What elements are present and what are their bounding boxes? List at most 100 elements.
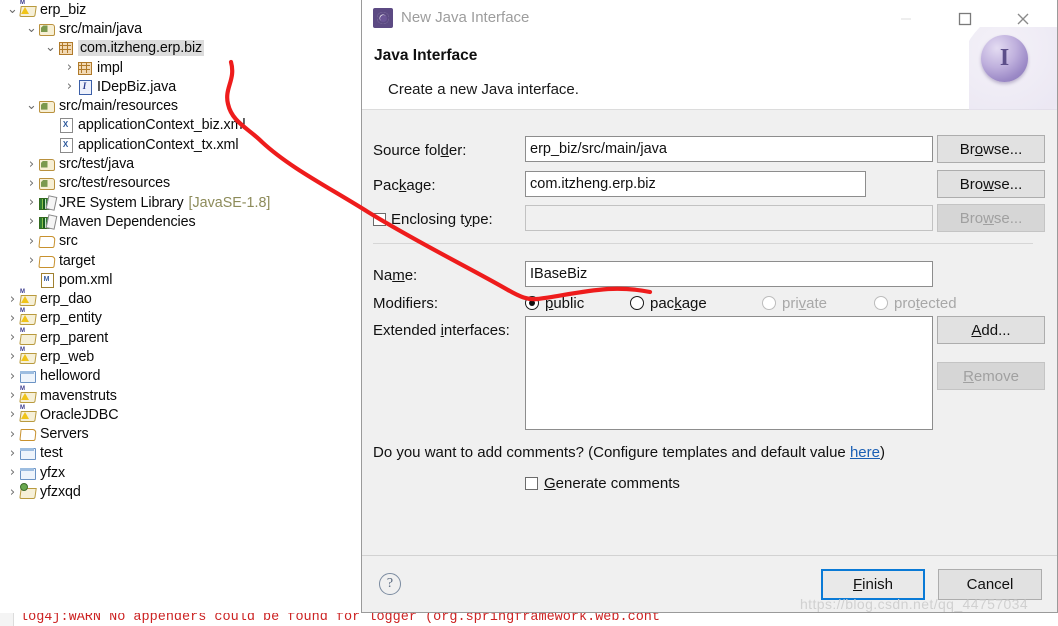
folder-icon [19,426,37,442]
extended-interfaces-list[interactable] [525,316,933,430]
chevron-right-icon[interactable]: › [25,254,38,267]
chevron-right-icon[interactable]: › [6,466,19,479]
tree-item[interactable]: › src/test/resources [0,174,361,193]
tree-item-label: impl [97,59,123,76]
tree-item-label: yfzx [40,464,66,481]
tree-item[interactable]: › Maven Dependencies [0,212,361,231]
minimize-button[interactable] [891,8,921,30]
configure-templates-link[interactable]: here [850,444,880,461]
tree-item[interactable]: › OracleJDBC [0,405,361,424]
chevron-right-icon[interactable]: › [6,408,19,421]
tree-item[interactable]: › erp_entity [0,308,361,328]
modifier-public-radio[interactable] [525,296,539,310]
tree-item[interactable]: › erp_dao [0,289,361,308]
tree-item[interactable]: › IDepBiz.java [0,77,361,96]
chevron-right-icon[interactable]: › [25,235,38,248]
tree-item[interactable]: › src [0,232,361,251]
tree-item[interactable]: › erp_parent [0,328,361,347]
modifier-package-radio[interactable] [630,296,644,310]
tree-item[interactable]: › Servers [0,425,361,444]
chevron-right-icon[interactable]: › [25,215,38,228]
interface-sphere-icon: I [981,35,1028,82]
chevron-right-icon[interactable]: › [6,331,19,344]
extended-interfaces-label: Extended interfaces: [373,321,510,339]
modifier-public[interactable]: public [525,295,630,312]
tree-item-label: applicationContext_biz.xml [78,117,246,134]
generate-comments-label: Generate comments [544,474,680,492]
tree-item[interactable]: › impl [0,58,361,77]
dialog-title-bar: New Java Interface Java Interface Create… [362,0,1057,110]
chevron-right-icon[interactable]: › [6,312,19,325]
chevron-right-icon[interactable]: › [25,196,38,209]
generate-comments-checkbox[interactable] [525,476,538,490]
xml-icon [57,117,75,134]
chevron-right-icon[interactable]: › [6,350,19,363]
chevron-down-icon[interactable]: ⌄ [6,3,19,16]
browse-source-folder-button[interactable]: Br o wse... [937,135,1045,163]
tree-item-label: erp_biz [40,1,87,18]
chevron-right-icon[interactable]: › [6,293,19,306]
source-folder-input[interactable]: erp_biz/src/main/java [525,136,933,162]
package-label: Package: [373,176,436,194]
tree-item-label: test [40,445,63,462]
chevron-right-icon[interactable]: › [6,370,19,383]
chevron-right-icon[interactable]: › [6,486,19,499]
name-label-row: Name: [373,262,417,288]
name-input[interactable]: IBaseBiz [525,261,933,287]
tree-item[interactable]: applicationContext_biz.xml [0,116,361,135]
add-interface-button[interactable]: Add... [937,316,1045,344]
help-icon[interactable]: ? [379,573,401,595]
chevron-right-icon[interactable]: › [6,389,19,402]
enclosing-type-checkbox[interactable] [373,212,386,226]
tree-item-label: erp_parent [40,329,109,346]
tree-item[interactable]: › yfzx [0,463,361,482]
chevron-right-icon[interactable]: › [6,428,19,441]
tree-item[interactable]: ⌄ com.itzheng.erp.biz [0,39,361,58]
tree-item-label: com.itzheng.erp.biz [78,40,205,57]
blue-icon [19,465,37,481]
chevron-right-icon[interactable]: › [63,61,76,74]
page-description: Create a new Java interface. [388,81,579,98]
chevron-down-icon[interactable]: ⌄ [44,41,57,54]
name-label: Name: [373,266,418,284]
tree-item[interactable]: pom.xml [0,270,361,289]
pkg-icon [57,40,75,56]
modifier-package[interactable]: package [630,295,762,312]
console-error-text: log4j:WARN No appenders could be found f… [20,613,661,625]
pkg-icon [76,60,94,76]
tree-item[interactable]: › target [0,251,361,270]
tree-item[interactable]: ⌄ erp_biz [0,0,361,19]
tree-item[interactable]: › src/test/java [0,154,361,173]
browse-package-button[interactable]: Bro w se... [937,170,1045,198]
chevron-down-icon[interactable]: ⌄ [25,99,38,112]
srcpkg-icon [38,175,56,191]
enclosing-type-label: Enclosing type: [391,210,493,228]
chevron-right-icon[interactable]: › [25,177,38,190]
tree-item[interactable]: › mavenstruts [0,386,361,405]
tree-item-label: erp_dao [40,291,92,308]
source-folder-label-row: Source folder: [373,137,466,163]
tree-item[interactable]: › erp_web [0,347,361,366]
tree-item-label: src/main/resources [59,98,178,115]
tree-item[interactable]: ⌄ src/main/resources [0,96,361,115]
tree-item[interactable]: applicationContext_tx.xml [0,135,361,154]
tree-item[interactable]: › JRE System Library [JavaSE-1.8] [0,193,361,212]
package-input[interactable]: com.itzheng.erp.biz [525,171,866,197]
browse-enclosing-type-button: Bro w se... [937,204,1045,232]
chevron-right-icon[interactable]: › [6,447,19,460]
generate-comments-row[interactable]: Generate comments [525,472,680,494]
watermark-text: https://blog.csdn.net/qq_44757034 [800,596,1029,612]
chevron-right-icon[interactable]: › [25,158,38,171]
chevron-down-icon[interactable]: ⌄ [25,22,38,35]
package-explorer-tree[interactable]: ⌄erp_biz⌄src/main/java⌄com.itzheng.erp.b… [0,0,361,626]
section-divider [373,243,1033,244]
modifier-protected: protected [874,295,957,312]
modifier-protected-radio [874,296,888,310]
chevron-right-icon[interactable]: › [63,80,76,93]
tree-item[interactable]: › helloword [0,367,361,386]
tree-item[interactable]: › test [0,444,361,463]
tree-item[interactable]: › yfzxqd [0,482,361,501]
page-title: Java Interface [374,47,478,64]
projw-icon [19,289,37,307]
tree-item[interactable]: ⌄ src/main/java [0,19,361,38]
